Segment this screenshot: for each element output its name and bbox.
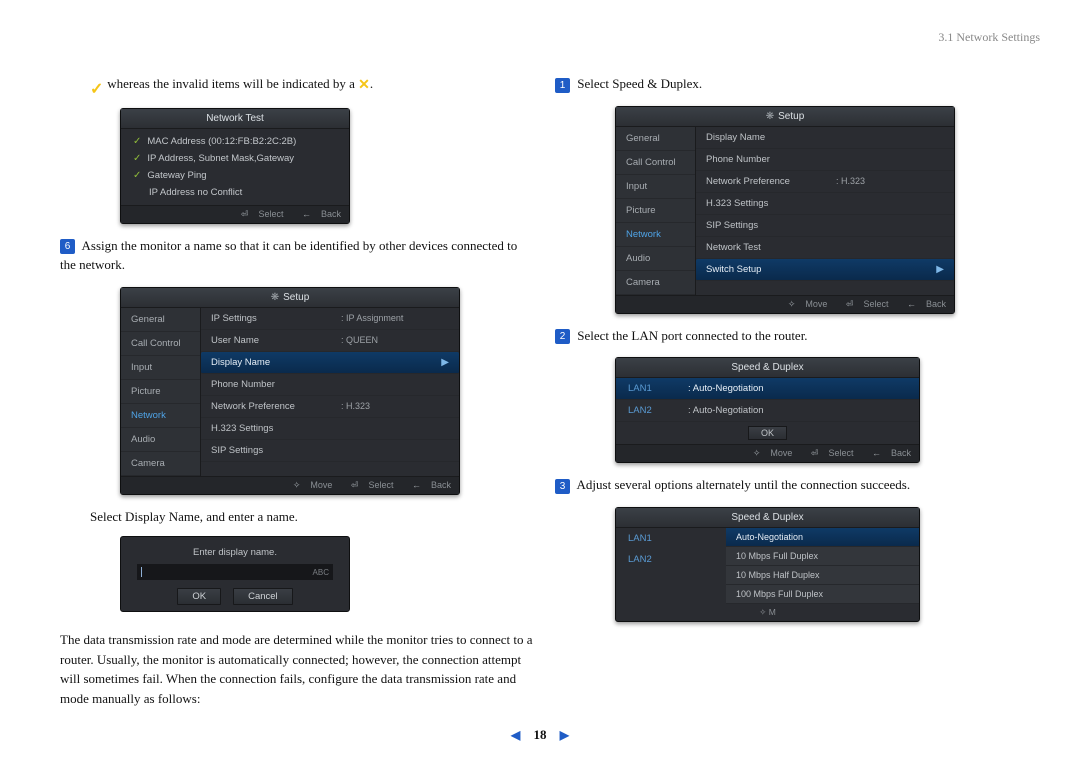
- setup-row[interactable]: IP Settings: IP Assignment: [201, 308, 459, 330]
- step-3: 3 Adjust several options alternately unt…: [555, 475, 1030, 495]
- step-2: 2 Select the LAN port connected to the r…: [555, 326, 1030, 346]
- dropdown-item[interactable]: Auto-Negotiation: [726, 528, 919, 547]
- sidebar-item[interactable]: Camera: [616, 271, 695, 295]
- intro-line: whereas the invalid items will be indica…: [90, 74, 535, 96]
- setup-row[interactable]: Phone Number: [201, 374, 459, 396]
- panel-footer: ✧Move ⏎Select ←Back: [616, 295, 954, 313]
- setup-main: IP Settings: IP Assignment User Name: QU…: [201, 308, 459, 476]
- lan-row[interactable]: LAN2: Auto-Negotiation: [616, 400, 919, 422]
- setup-row[interactable]: Network Preference: H.323: [201, 396, 459, 418]
- panel-title: Speed & Duplex: [616, 508, 919, 528]
- right-column: 1 Select Speed & Duplex. Setup General C…: [585, 70, 1030, 712]
- paragraph: The data transmission rate and mode are …: [60, 630, 535, 708]
- sidebar-item[interactable]: General: [616, 127, 695, 151]
- sidebar-item[interactable]: Input: [616, 175, 695, 199]
- step-6-text: Assign the monitor a name so that it can…: [60, 238, 517, 273]
- display-name-dialog: Enter display name. ABC OK Cancel: [120, 536, 350, 612]
- step-num-2: 2: [555, 329, 570, 344]
- setup-row[interactable]: Network Preference: H.323: [696, 171, 954, 193]
- display-name-input[interactable]: ABC: [137, 564, 333, 580]
- cancel-button[interactable]: Cancel: [233, 588, 293, 605]
- setup-row[interactable]: Phone Number: [696, 149, 954, 171]
- sidebar-item[interactable]: Audio: [121, 428, 200, 452]
- step-2-text: Select the LAN port connected to the rou…: [577, 328, 807, 343]
- lan2-label: LAN2: [616, 549, 696, 570]
- setup-row[interactable]: H.323 Settings: [696, 193, 954, 215]
- section-header: 3.1 Network Settings: [938, 30, 1040, 45]
- lan-row[interactable]: LAN1: Auto-Negotiation: [616, 378, 919, 400]
- ok-button[interactable]: OK: [748, 426, 787, 440]
- step-num-6: 6: [60, 239, 75, 254]
- sidebar-item[interactable]: Picture: [616, 199, 695, 223]
- lan1-label: LAN1: [616, 528, 696, 549]
- panel-title: Setup: [121, 288, 459, 308]
- left-column: whereas the invalid items will be indica…: [90, 70, 535, 712]
- setup-row[interactable]: Display Name: [696, 127, 954, 149]
- step-num-1: 1: [555, 78, 570, 93]
- step-3-text: Adjust several options alternately until…: [577, 477, 911, 492]
- input-mode-label: ABC: [313, 568, 329, 577]
- dropdown-item[interactable]: 100 Mbps Full Duplex: [726, 585, 919, 604]
- chevron-right-icon: ▶: [441, 357, 449, 368]
- panel-footer: ✧Move ⏎Select ←Back: [616, 444, 919, 462]
- sidebar-item[interactable]: Picture: [121, 380, 200, 404]
- panel-title: Speed & Duplex: [616, 358, 919, 378]
- intro-text-a: whereas the invalid items will be indica…: [107, 76, 355, 91]
- setup-sidebar: General Call Control Input Picture Netwo…: [616, 127, 696, 295]
- setup-row[interactable]: User Name: QUEEN: [201, 330, 459, 352]
- sidebar-item[interactable]: Call Control: [616, 151, 695, 175]
- gear-icon: [766, 111, 778, 122]
- select-dn-text: Select Display Name, and enter a name.: [90, 507, 535, 527]
- page-number: 18: [534, 727, 547, 742]
- setup-row[interactable]: SIP Settings: [201, 440, 459, 462]
- gear-icon: [271, 292, 283, 303]
- cross-icon: [358, 75, 370, 96]
- dropdown-menu[interactable]: Auto-Negotiation 10 Mbps Full Duplex 10 …: [726, 528, 919, 604]
- panel-footer: ✧ M: [616, 604, 919, 621]
- sidebar-item[interactable]: Input: [121, 356, 200, 380]
- intro-text-b: .: [370, 76, 373, 91]
- nt-item: ✓Gateway Ping: [121, 167, 349, 184]
- panel-footer: ⏎Select ←Back: [121, 205, 349, 223]
- step-1-text: Select Speed & Duplex.: [577, 76, 702, 91]
- panel-title: Network Test: [121, 109, 349, 129]
- next-page-icon[interactable]: ▶: [560, 728, 569, 742]
- sidebar-item[interactable]: Audio: [616, 247, 695, 271]
- dialog-msg: Enter display name.: [121, 537, 349, 564]
- setup-row[interactable]: H.323 Settings: [201, 418, 459, 440]
- prev-page-icon[interactable]: ◀: [511, 728, 520, 742]
- sidebar-item-network[interactable]: Network: [616, 223, 695, 247]
- setup-row[interactable]: SIP Settings: [696, 215, 954, 237]
- panel-footer: ✧Move ⏎Select ←Back: [121, 476, 459, 494]
- speed-duplex-panel: Speed & Duplex LAN1: Auto-Negotiation LA…: [615, 357, 920, 463]
- setup-row[interactable]: Network Test: [696, 237, 954, 259]
- setup-row-display-name[interactable]: Display Name▶: [201, 352, 459, 374]
- setup-sidebar: General Call Control Input Picture Netwo…: [121, 308, 201, 476]
- sidebar-item[interactable]: Call Control: [121, 332, 200, 356]
- check-icon: [90, 78, 104, 92]
- setup-panel-2: Setup General Call Control Input Picture…: [615, 106, 955, 314]
- network-test-panel: Network Test ✓MAC Address (00:12:FB:B2:2…: [120, 108, 350, 224]
- nt-item: IP Address no Conflict: [121, 184, 349, 201]
- setup-panel-1: Setup General Call Control Input Picture…: [120, 287, 460, 495]
- sidebar-item-network[interactable]: Network: [121, 404, 200, 428]
- nt-item: ✓MAC Address (00:12:FB:B2:2C:2B): [121, 133, 349, 150]
- ok-button[interactable]: OK: [177, 588, 221, 605]
- step-1: 1 Select Speed & Duplex.: [555, 74, 1030, 94]
- chevron-right-icon: ▶: [936, 264, 944, 275]
- dropdown-item[interactable]: 10 Mbps Full Duplex: [726, 547, 919, 566]
- setup-row-switch-setup[interactable]: Switch Setup▶: [696, 259, 954, 281]
- nt-item: ✓IP Address, Subnet Mask,Gateway: [121, 150, 349, 167]
- page-nav: ◀ 18 ▶: [0, 727, 1080, 743]
- sidebar-item[interactable]: General: [121, 308, 200, 332]
- speed-duplex-dropdown-panel: Speed & Duplex LAN1 LAN2 Auto-Negotiatio…: [615, 507, 920, 622]
- dropdown-item[interactable]: 10 Mbps Half Duplex: [726, 566, 919, 585]
- sidebar-item[interactable]: Camera: [121, 452, 200, 476]
- step-6: 6 Assign the monitor a name so that it c…: [60, 236, 535, 275]
- step-num-3: 3: [555, 479, 570, 494]
